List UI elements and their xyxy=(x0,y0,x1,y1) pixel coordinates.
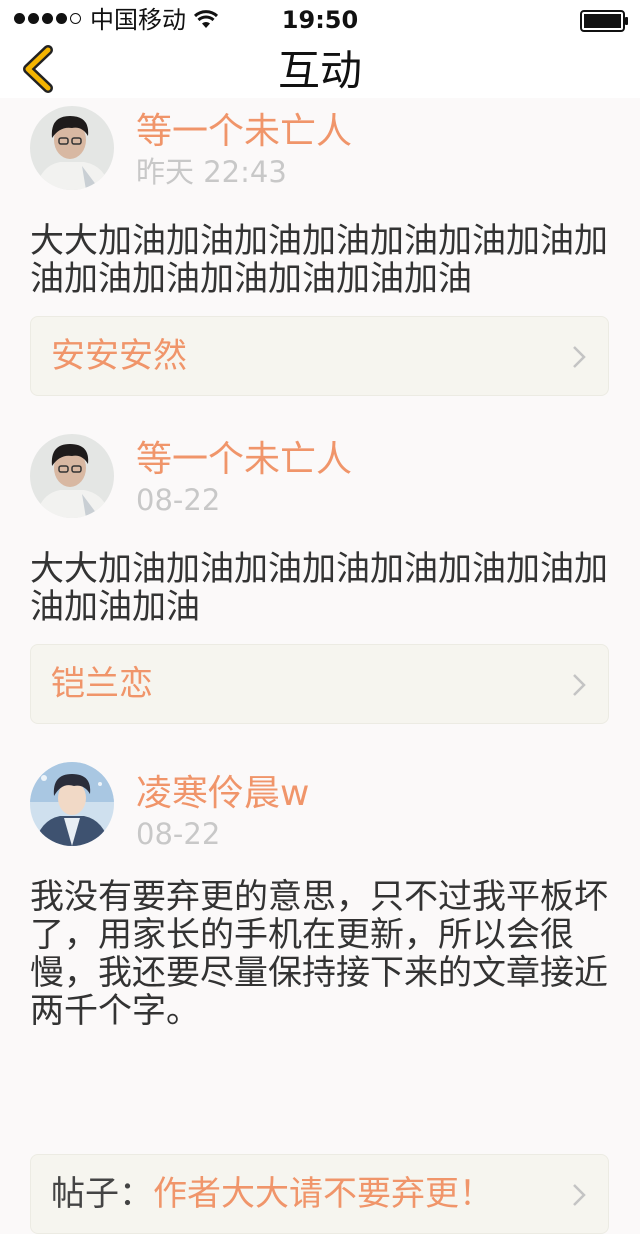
user-avatar-image xyxy=(30,434,114,518)
username[interactable]: 等一个未亡人 xyxy=(136,438,352,482)
clock-time: 19:50 xyxy=(281,6,359,34)
username[interactable]: 凌寒伶晨w xyxy=(136,772,309,816)
linked-post-label: 帖子：作者大大请不要弃更！ xyxy=(51,1173,493,1215)
linked-post-prefix: 帖子： xyxy=(51,1174,153,1214)
linked-post-label: 铠兰恋 xyxy=(51,663,153,705)
user-avatar-image xyxy=(30,106,114,190)
linked-post-button[interactable]: 安安安然 xyxy=(30,316,609,396)
username[interactable]: 等一个未亡人 xyxy=(136,110,352,154)
comment-content: 我没有要弃更的意思，只不过我平板坏了，用家长的手机在更新，所以会很慢，我还要尽量… xyxy=(30,877,608,1031)
avatar[interactable] xyxy=(30,762,114,846)
timestamp: 08-22 xyxy=(136,483,221,517)
navigation-bar: 互动 xyxy=(0,40,640,98)
chevron-right-icon xyxy=(573,346,586,368)
chevron-right-icon xyxy=(573,674,586,696)
battery-icon xyxy=(580,10,628,32)
chevron-right-icon xyxy=(573,1184,586,1206)
linked-post-title: 铠兰恋 xyxy=(51,664,153,704)
timestamp: 昨天 22:43 xyxy=(136,155,287,189)
avatar[interactable] xyxy=(30,434,114,518)
timestamp: 08-22 xyxy=(136,817,221,851)
comment-content: 大大加油加油加油加油加油加油加油加油加油加油加油加油加油加油 xyxy=(30,221,608,299)
linked-post-button[interactable]: 铠兰恋 xyxy=(30,644,609,724)
avatar[interactable] xyxy=(30,106,114,190)
linked-post-button[interactable]: 帖子：作者大大请不要弃更！ xyxy=(30,1154,609,1234)
comment-content: 大大加油加油加油加油加油加油加油加油加油加油 xyxy=(30,549,608,627)
linked-post-title: 作者大大请不要弃更！ xyxy=(153,1174,493,1214)
linked-post-title: 安安安然 xyxy=(51,336,187,376)
page-title: 互动 xyxy=(277,46,362,95)
linked-post-label: 安安安然 xyxy=(51,335,187,377)
user-avatar-image xyxy=(30,762,114,846)
status-bar: 中国移动 19:50 xyxy=(0,0,640,40)
